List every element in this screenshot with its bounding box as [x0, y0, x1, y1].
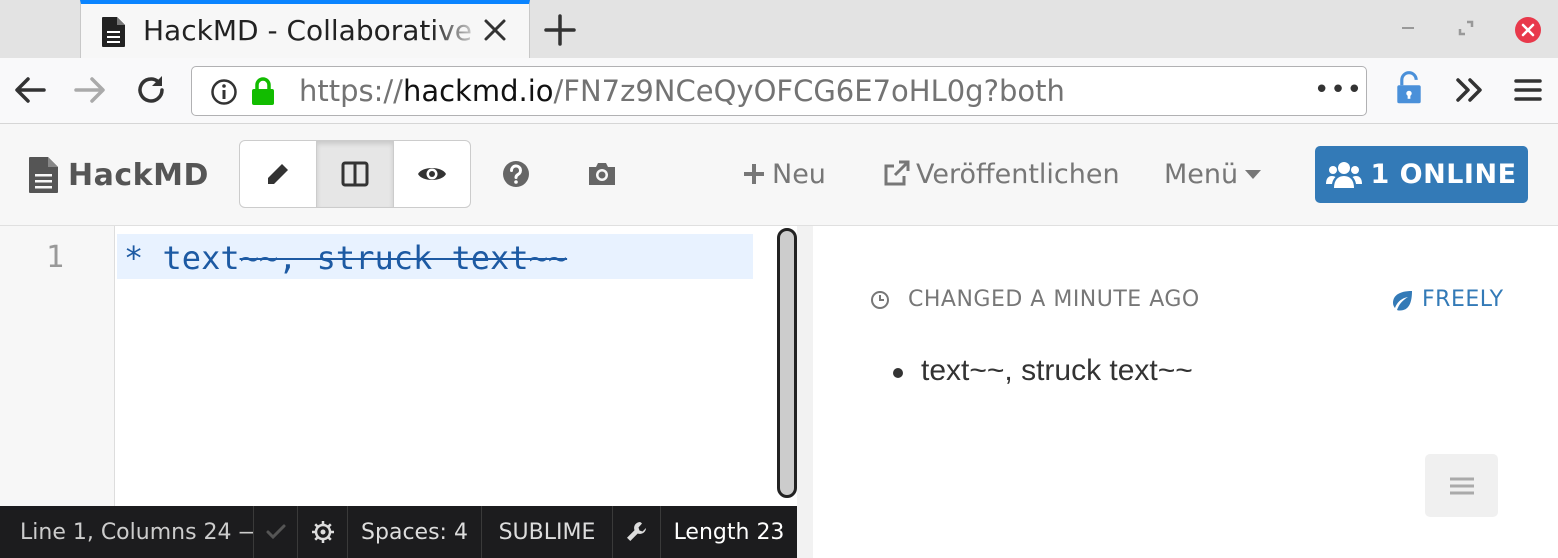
preferences-button[interactable]: [613, 506, 661, 558]
line-number: 1: [45, 240, 64, 275]
editor-scrollbar[interactable]: [777, 228, 797, 498]
reload-icon[interactable]: [133, 72, 169, 108]
info-circle-icon[interactable]: [210, 78, 238, 106]
edit-mode-button[interactable]: [240, 141, 317, 207]
permission-link[interactable]: FREELY: [1390, 287, 1504, 312]
cursor-position: Line 1, Columns 24 — 1 Line: [0, 506, 254, 558]
list-lines-icon: [1449, 477, 1474, 494]
changed-label: CHANGED A MINUTE AGO: [908, 287, 1200, 312]
editor-settings-button[interactable]: [298, 506, 348, 558]
back-arrow-icon[interactable]: [12, 72, 48, 108]
hackmd-toolbar: HackMD Neu Veröffentlichen Menü 1 ONLINE: [0, 124, 1558, 226]
caret-down-icon: [1245, 170, 1262, 179]
menu-dropdown[interactable]: Menü: [1164, 154, 1268, 194]
table-of-contents-button[interactable]: [1425, 454, 1498, 517]
split-mode-button[interactable]: [317, 141, 394, 207]
publish-button[interactable]: Veröffentlichen: [882, 154, 1120, 194]
help-question-icon[interactable]: [500, 158, 532, 190]
new-note-label: Neu: [772, 158, 826, 190]
document-icon: [102, 17, 125, 47]
pane-splitter[interactable]: [797, 226, 813, 558]
gear-icon: [311, 521, 334, 543]
keymap-selector[interactable]: SUBLIME: [482, 506, 613, 558]
brand-name: HackMD: [68, 157, 209, 193]
lint-status[interactable]: [254, 506, 298, 558]
window-restore-icon[interactable]: [1456, 18, 1476, 38]
bullet-marker: [893, 368, 903, 378]
plus-icon: [744, 164, 764, 184]
url-path: /FN7z9NCeQyOFCG6E7oHL0g?both: [553, 74, 1065, 108]
list-item: text~~, struck text~~: [893, 354, 1193, 388]
camera-icon[interactable]: [586, 158, 618, 190]
leaf-icon: [1393, 290, 1412, 310]
new-tab-plus-icon[interactable]: [542, 12, 578, 48]
forward-arrow-icon[interactable]: [72, 72, 108, 108]
window-minimize-icon[interactable]: [1398, 18, 1418, 38]
view-mode-group: [239, 140, 471, 208]
file-text-icon: [29, 157, 58, 193]
new-note-button[interactable]: Neu: [742, 154, 826, 194]
publish-label: Veröffentlichen: [916, 158, 1120, 190]
browser-nav-bar: https://hackmd.io/FN7z9NCeQyOFCG6E7oHL0g…: [0, 58, 1558, 124]
document-length: Length 23: [673, 519, 785, 545]
page-actions-menu[interactable]: •••: [1314, 75, 1363, 105]
indentation-selector[interactable]: Spaces: 4: [348, 506, 482, 558]
line-number-gutter: 1: [0, 226, 115, 506]
last-changed-info: CHANGED A MINUTE AGO: [870, 287, 1200, 312]
code-text-strikethrough: ~~, struck text~~: [239, 239, 568, 277]
users-icon: [1326, 161, 1363, 188]
browser-tab-strip: HackMD - Collaborative: [0, 0, 1558, 58]
url-scheme: https://: [299, 74, 403, 108]
code-line[interactable]: * text~~, struck text~~: [124, 238, 567, 278]
close-tab-icon[interactable]: [481, 16, 509, 44]
brand-logo[interactable]: HackMD: [28, 154, 209, 196]
window-close-icon[interactable]: [1514, 16, 1542, 44]
menu-label: Menü: [1164, 158, 1239, 190]
secure-lock-icon[interactable]: [250, 76, 276, 106]
eye-icon: [418, 168, 446, 180]
online-users-button[interactable]: 1 ONLINE: [1315, 146, 1528, 203]
check-icon: [266, 524, 285, 540]
hamburger-menu-icon[interactable]: [1510, 72, 1546, 108]
browser-tab-active[interactable]: HackMD - Collaborative: [80, 0, 530, 58]
permission-label: FREELY: [1422, 287, 1504, 312]
tab-title: HackMD - Collaborative: [143, 14, 472, 47]
markdown-preview: CHANGED A MINUTE AGO FREELY text~~, stru…: [813, 226, 1558, 558]
url-host: hackmd.io: [402, 74, 554, 108]
list-item-text: text~~, struck text~~: [921, 354, 1193, 387]
markdown-editor[interactable]: 1 * text~~, struck text~~: [0, 226, 797, 506]
columns-icon: [341, 161, 369, 187]
editor-status-bar: Line 1, Columns 24 — 1 Line Spaces: 4 SU…: [0, 506, 797, 558]
view-mode-button[interactable]: [394, 141, 470, 207]
url-bar[interactable]: https://hackmd.io/FN7z9NCeQyOFCG6E7oHL0g…: [191, 66, 1367, 116]
code-text-plain: * text: [124, 239, 240, 277]
share-icon: [884, 160, 910, 186]
online-count-label: 1 ONLINE: [1370, 159, 1517, 190]
wrench-icon: [626, 522, 646, 541]
padlock-extension-icon[interactable]: [1391, 70, 1427, 106]
pencil-icon: [268, 161, 291, 184]
url-text[interactable]: https://hackmd.io/FN7z9NCeQyOFCG6E7oHL0g…: [299, 74, 1065, 108]
clock-icon: [871, 290, 889, 309]
overflow-chevrons-icon[interactable]: [1452, 72, 1488, 108]
